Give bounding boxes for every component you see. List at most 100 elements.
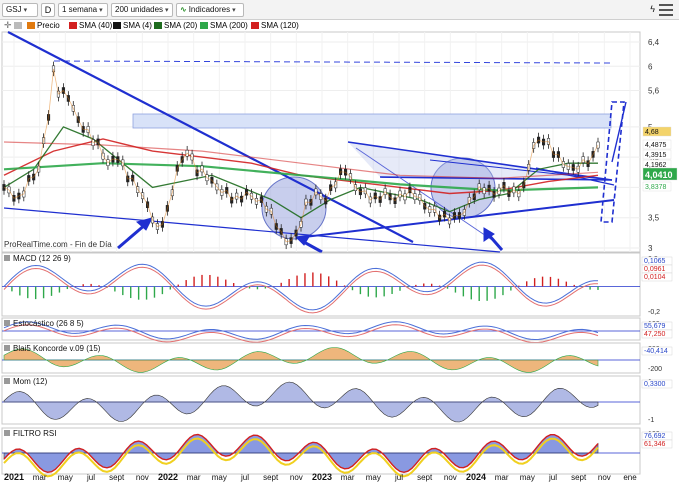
time-tick-label: may [366,473,381,482]
close-icon [4,378,10,384]
time-tick-label: nov [290,473,303,482]
chevron-down-icon: ▾ [165,7,169,14]
arrow-icon [117,222,147,250]
time-tick-label: sept [263,473,279,482]
daily-button[interactable]: D [41,3,55,17]
time-tick-label: may [212,473,227,482]
indicators-icon: ∿ [180,5,187,14]
time-tick-label: mar [187,473,201,482]
price-badges: 4,684,48754,39154,19624,04103,8378 [642,126,678,192]
legend-swatch [200,22,208,29]
toolbar: GSJ ▾ D 1 semana ▾ 200 unidades ▾ ∿ Indicado… [0,0,679,20]
panel-tick-label: -1 [648,417,654,424]
readout-label: 55,679 [644,323,666,330]
indicators-label: Indicadores [188,5,231,14]
legend-item: SMA (200) [210,21,248,30]
panel-macd: MACD (12 26 9)0,2-0,20,10650,09610,0104 [1,252,673,317]
readout-label: 0,0961 [644,266,666,273]
resistance-zone [132,113,612,129]
price-tick-label: 5,6 [648,87,660,96]
menu-icon[interactable] [659,4,673,16]
time-tick-label: jul [394,473,403,482]
price-tick-label: 3 [648,244,653,253]
legend-swatch [251,22,259,29]
time-tick-label: mar [33,473,47,482]
legend-item: SMA (120) [261,21,299,30]
legend-item: SMA (20) [164,21,198,30]
legend: ✛ Precio SMA (40) SMA (4) SMA (20) SMA (… [4,20,299,30]
ticker-select[interactable]: GSJ ▾ [2,3,38,17]
time-tick-label: jul [240,473,249,482]
price-badge-label: 4,0410 [645,170,673,180]
close-icon [4,255,10,261]
price-tick-label: 6 [648,62,653,71]
chart-area[interactable]: ✛ Precio SMA (40) SMA (4) SMA (20) SMA (… [0,20,679,484]
time-tick-label: nov [136,473,149,482]
panel-filtro_rsi: FILTRO RSI10076,69261,346 [1,427,673,478]
price-tick-label: 6,4 [648,38,660,47]
legend-swatch [154,22,162,29]
panel-title: FILTRO RSI [13,429,56,438]
price-badge-label: 4,68 [645,129,659,136]
period-label: 1 semana [62,5,98,14]
period-select[interactable]: 1 semana ▾ [58,3,108,17]
time-tick-label: may [520,473,535,482]
time-tick-label: jul [548,473,557,482]
close-icon [4,430,10,436]
panel-title: Blai5 Koncorde v.09 (15) [13,344,101,353]
indicator-panels: MACD (12 26 9)0,2-0,20,10650,09610,0104E… [1,252,673,478]
price-badge-label: 4,3915 [645,152,667,159]
time-tick-label: mar [341,473,355,482]
panel-koncorde: Blai5 Koncorde v.09 (15)200-200-40,414 [1,342,673,374]
panel-title: Mom (12) [13,377,48,386]
panel-tick-label: -200 [648,366,662,373]
close-icon [4,320,10,326]
time-tick-label: sept [417,473,433,482]
time-tick-label: ene [623,473,637,482]
time-tick-label: 2023 [312,472,332,482]
indicators-button[interactable]: ∿ Indicadores ▾ [176,3,244,17]
readout-label: 0,0104 [644,274,666,281]
readout-label: 0,1065 [644,258,666,265]
close-icon [4,345,10,351]
panel-title: Estocástico (26 8 5) [13,319,84,328]
panel-momentum: Mom (12)1-10,3300 [1,375,673,425]
chevron-down-icon: ▾ [232,7,236,14]
time-tick-label: sept [109,473,125,482]
readout-label: -40,414 [644,348,668,355]
downtrend-line [7,31,414,243]
daily-label: D [44,5,52,15]
close-icon[interactable] [14,22,22,29]
panel-tick-label: -0,2 [648,309,660,316]
time-tick-label: may [58,473,73,482]
alert-icon[interactable]: ϟ [650,4,655,14]
chevron-down-icon: ▾ [99,7,103,14]
legend-item: SMA (40) [79,21,113,30]
time-tick-label: 2024 [466,472,486,482]
readout-label: 76,692 [644,433,666,440]
time-tick-label: sept [571,473,587,482]
panel-stochastic: Estocástico (26 8 5)10055,67947,250 [1,317,673,344]
price-tick-label: 3,5 [648,214,660,223]
price-layer [2,61,600,250]
time-tick-label: mar [495,473,509,482]
chevron-down-icon: ▾ [23,7,28,14]
time-tick-label: 2022 [158,472,178,482]
legend-swatch [113,22,121,29]
time-tick-label: 2021 [4,472,24,482]
readout-label: 0,3300 [644,381,666,388]
units-select[interactable]: 200 unidades ▾ [111,3,173,17]
crosshair-icon[interactable]: ✛ [4,20,12,30]
readout-label: 47,250 [644,331,666,338]
panel-title: MACD (12 26 9) [13,254,71,263]
legend-item: Precio [37,21,60,30]
time-tick-label: nov [444,473,457,482]
time-tick-label: jul [86,473,95,482]
units-label: 200 unidades [115,5,164,14]
legend-swatch [69,22,77,29]
ticker-label: GSJ [6,5,22,14]
price-badge-label: 3,8378 [645,184,667,191]
legend-swatch [27,22,35,29]
readout-label: 61,346 [644,441,666,448]
legend-item: SMA (4) [123,21,152,30]
